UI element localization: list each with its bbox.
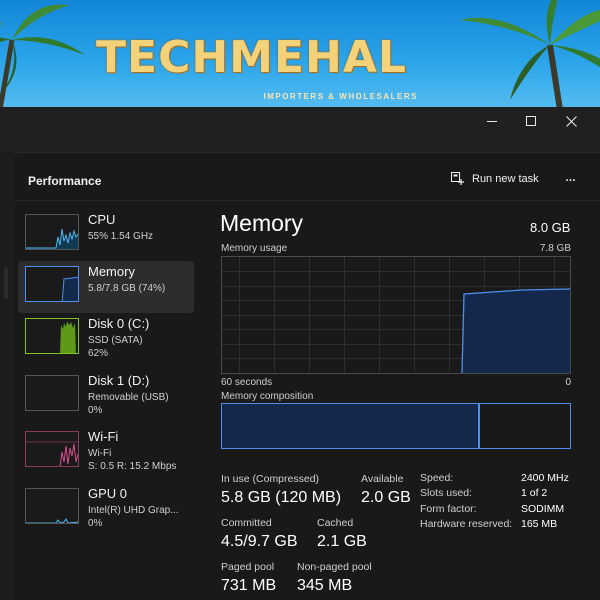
palm-tree-right bbox=[460, 0, 600, 110]
sidebar-item-detail: Removable (USB) bbox=[88, 392, 169, 403]
sidebar-item-detail: Intel(R) UHD Grap... bbox=[88, 505, 179, 516]
memory-composition-bar bbox=[221, 403, 571, 449]
sidebar-item-memory[interactable]: Memory 5.8/7.8 GB (74%) bbox=[18, 261, 194, 313]
sidebar-item-detail: S: 0.5 R: 15.2 Mbps bbox=[88, 461, 177, 472]
sidebar-item-cpu[interactable]: CPU 55% 1.54 GHz bbox=[18, 209, 194, 261]
speed-label: Speed: bbox=[420, 472, 454, 484]
available-label: Available bbox=[361, 473, 404, 485]
memory-graph-icon bbox=[25, 266, 79, 302]
sidebar-item-detail: 62% bbox=[88, 348, 109, 359]
logo-text: TECHMEHAL bbox=[96, 32, 407, 83]
cpu-graph-icon bbox=[25, 214, 79, 250]
form-factor-value: SODIMM bbox=[521, 503, 565, 515]
available-value: 2.0 GB bbox=[361, 489, 411, 506]
sidebar-item-detail: 5.8/7.8 GB (74%) bbox=[88, 283, 166, 294]
slots-used-value: 1 of 2 bbox=[521, 487, 548, 499]
sidebar-item-name: Disk 1 (D:) bbox=[88, 373, 150, 388]
network-graph-icon bbox=[25, 431, 79, 467]
committed-label: Committed bbox=[221, 517, 272, 529]
more-options-button[interactable]: ... bbox=[559, 167, 581, 191]
minimize-icon bbox=[487, 121, 497, 122]
paged-pool-label: Paged pool bbox=[221, 561, 275, 573]
memory-composition-label: Memory composition bbox=[221, 391, 314, 402]
cached-label: Cached bbox=[317, 517, 354, 529]
memory-usage-graph bbox=[221, 256, 571, 374]
sidebar-item-gpu-0[interactable]: GPU 0 Intel(R) UHD Grap... 0% bbox=[18, 483, 194, 535]
memory-in-use-segment bbox=[222, 404, 480, 448]
sidebar-item-detail: 55% 1.54 GHz bbox=[88, 231, 154, 242]
sidebar-item-detail: 0% bbox=[88, 518, 103, 529]
sidebar-item-name: Disk 0 (C:) bbox=[88, 316, 150, 331]
logo-subtitle: IMPORTERS & WHOLESALERS bbox=[263, 92, 418, 101]
sidebar-item-name: Wi-Fi bbox=[88, 429, 119, 444]
maximize-button[interactable] bbox=[511, 111, 551, 133]
in-use-label: In use (Compressed) bbox=[221, 473, 320, 485]
form-factor-label: Form factor: bbox=[420, 503, 477, 515]
close-button[interactable] bbox=[551, 111, 591, 133]
speed-value: 2400 MHz bbox=[521, 472, 569, 484]
sidebar-item-detail: 0% bbox=[88, 405, 103, 416]
paged-pool-value: 731 MB bbox=[221, 577, 277, 594]
minimize-button[interactable] bbox=[472, 111, 512, 133]
performance-page: Performance Run new task ... CPU 55% 1.5… bbox=[14, 152, 600, 600]
nav-indicator bbox=[4, 267, 8, 299]
background-banner: TECHMEHAL IMPORTERS & WHOLESALERS bbox=[0, 0, 600, 110]
sidebar-item-detail: SSD (SATA) bbox=[88, 335, 143, 346]
run-new-task-label: Run new task bbox=[472, 173, 539, 185]
nav-strip bbox=[0, 152, 14, 600]
sidebar-item-name: GPU 0 bbox=[88, 486, 128, 501]
memory-total: 8.0 GB bbox=[530, 220, 571, 235]
palm-tree-left bbox=[0, 4, 85, 110]
committed-value: 4.5/9.7 GB bbox=[221, 533, 298, 550]
graph-time-left: 60 seconds bbox=[221, 377, 273, 388]
header-divider bbox=[14, 200, 600, 201]
hardware-reserved-value: 165 MB bbox=[521, 518, 558, 530]
sidebar-item-name: CPU bbox=[88, 212, 116, 227]
non-paged-pool-value: 345 MB bbox=[297, 577, 353, 594]
techmehal-logo: TECHMEHAL IMPORTERS & WHOLESALERS bbox=[96, 28, 426, 104]
sidebar-item-detail: Wi-Fi bbox=[88, 448, 112, 459]
disk-graph-icon bbox=[25, 375, 79, 411]
title-bar bbox=[0, 107, 600, 135]
in-use-value: 5.8 GB (120 MB) bbox=[221, 489, 342, 506]
maximize-icon bbox=[526, 116, 536, 126]
close-icon bbox=[565, 116, 577, 127]
sidebar-item-name: Memory bbox=[88, 264, 135, 279]
sidebar-item-disk-1[interactable]: Disk 1 (D:) Removable (USB) 0% bbox=[18, 370, 194, 422]
hardware-reserved-label: Hardware reserved: bbox=[420, 518, 513, 530]
page-title: Performance bbox=[28, 174, 102, 188]
memory-usage-label: Memory usage bbox=[221, 243, 288, 254]
non-paged-pool-label: Non-paged pool bbox=[297, 561, 372, 573]
sidebar-item-wifi[interactable]: Wi-Fi Wi-Fi S: 0.5 R: 15.2 Mbps bbox=[18, 426, 194, 478]
memory-title: Memory bbox=[220, 210, 304, 236]
gpu-graph-icon bbox=[25, 488, 79, 524]
memory-usage-area bbox=[462, 289, 570, 373]
run-task-icon bbox=[451, 172, 464, 185]
memory-usage-max: 7.8 GB bbox=[539, 243, 571, 254]
slots-used-label: Slots used: bbox=[420, 487, 472, 499]
sidebar-item-disk-0[interactable]: Disk 0 (C:) SSD (SATA) 62% bbox=[18, 313, 194, 365]
cached-value: 2.1 GB bbox=[317, 533, 367, 550]
task-manager-window: Performance Run new task ... CPU 55% 1.5… bbox=[0, 107, 600, 600]
disk-graph-icon bbox=[25, 318, 79, 354]
graph-time-right: 0 bbox=[565, 377, 571, 388]
